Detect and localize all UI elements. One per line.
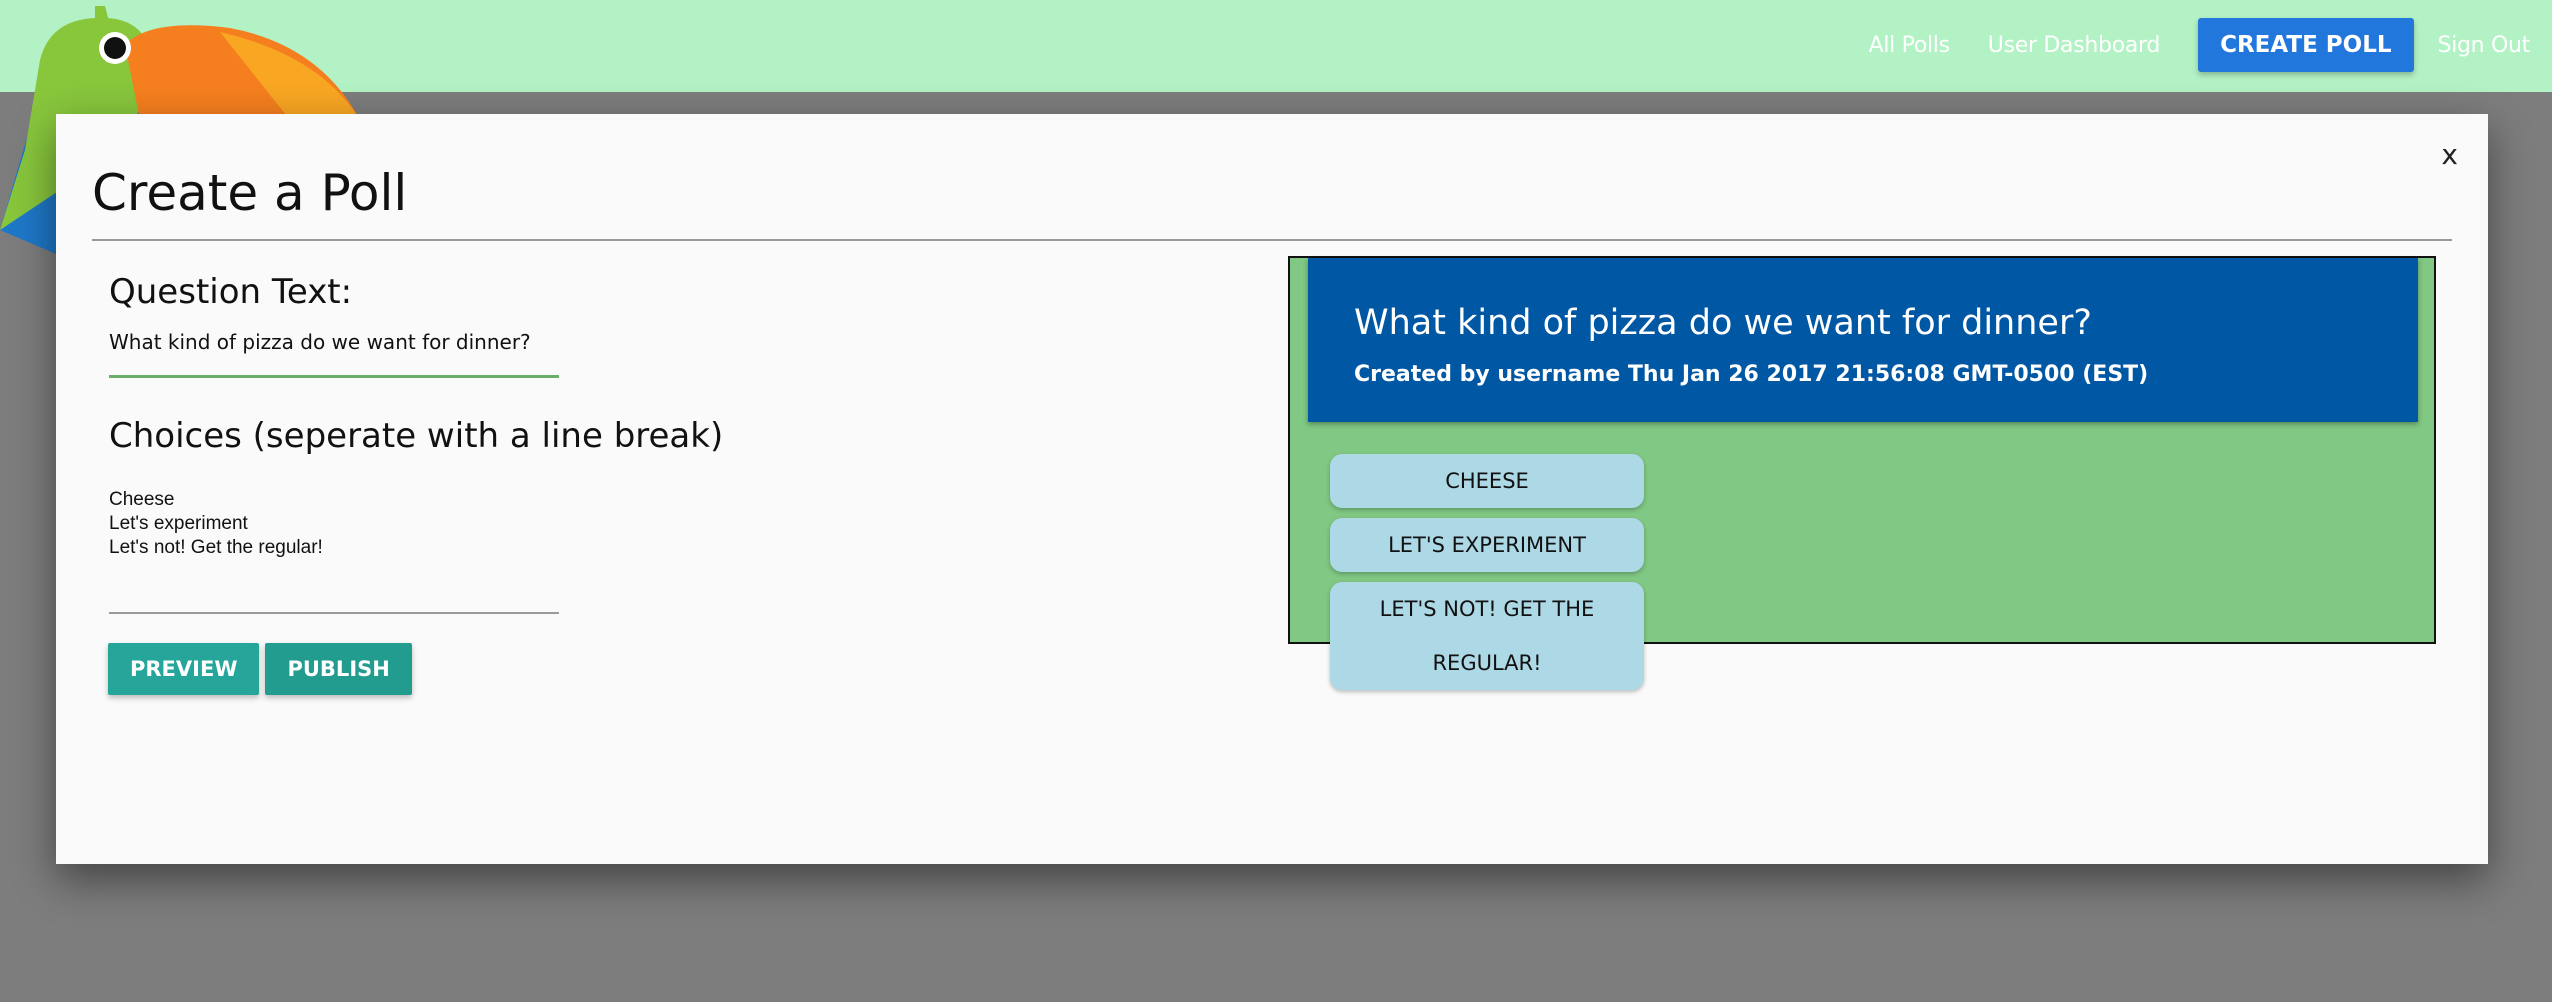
question-label: Question Text: bbox=[109, 272, 353, 312]
modal-divider bbox=[92, 239, 2452, 241]
choice-button[interactable]: CHEESE bbox=[1330, 454, 1644, 508]
nav-sign-out[interactable]: Sign Out bbox=[2438, 33, 2531, 58]
poll-preview: What kind of pizza do we want for dinner… bbox=[1288, 256, 2436, 690]
nav-links: All Polls User Dashboard CREATE POLL Sig… bbox=[1869, 18, 2552, 72]
question-input[interactable]: What kind of pizza do we want for dinner… bbox=[109, 330, 559, 378]
choices-textarea[interactable]: Cheese Let's experiment Let's not! Get t… bbox=[109, 488, 559, 614]
nav-all-polls[interactable]: All Polls bbox=[1869, 33, 1951, 58]
modal-title: Create a Poll bbox=[92, 164, 408, 222]
create-poll-modal: x Create a Poll Question Text: What kind… bbox=[56, 114, 2488, 864]
choice-button[interactable]: LET'S NOT! GET THE REGULAR! bbox=[1330, 582, 1644, 690]
preview-meta: Created by username Thu Jan 26 2017 21:5… bbox=[1354, 362, 2149, 387]
choice-button[interactable]: LET'S EXPERIMENT bbox=[1330, 518, 1644, 572]
create-poll-button[interactable]: CREATE POLL bbox=[2198, 18, 2414, 72]
preview-header: What kind of pizza do we want for dinner… bbox=[1308, 258, 2418, 422]
choices-label: Choices (seperate with a line break) bbox=[109, 416, 724, 456]
action-buttons: PREVIEW PUBLISH bbox=[108, 643, 418, 695]
preview-question: What kind of pizza do we want for dinner… bbox=[1354, 303, 2092, 343]
preview-choices: CHEESE LET'S EXPERIMENT LET'S NOT! GET T… bbox=[1330, 454, 1644, 700]
publish-button[interactable]: PUBLISH bbox=[265, 643, 412, 695]
nav-user-dashboard[interactable]: User Dashboard bbox=[1988, 33, 2161, 58]
top-navbar: All Polls User Dashboard CREATE POLL Sig… bbox=[0, 0, 2552, 92]
close-icon[interactable]: x bbox=[2441, 138, 2458, 171]
preview-button[interactable]: PREVIEW bbox=[108, 643, 260, 695]
